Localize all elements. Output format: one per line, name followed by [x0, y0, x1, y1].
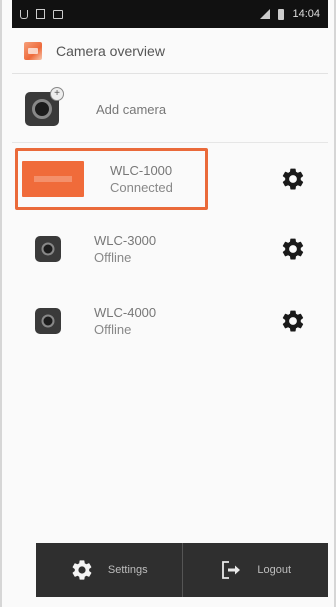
store-icon [53, 9, 63, 19]
gear-icon[interactable] [280, 308, 306, 334]
camera-icon [35, 236, 61, 262]
notification-icon [36, 9, 45, 19]
camera-preview-thumbnail [22, 161, 84, 197]
bottom-action-bar: Settings Logout [36, 543, 328, 597]
camera-info: WLC-4000 Offline [94, 304, 156, 338]
battery-icon [278, 8, 285, 20]
app-header: Camera overview [12, 28, 328, 74]
logout-button[interactable]: Logout [181, 543, 329, 597]
camera-lens-icon [41, 314, 55, 328]
camera-row-3[interactable]: WLC-4000 Offline [12, 290, 328, 352]
camera-info: WLC-3000 Offline [94, 232, 156, 266]
camera-name: WLC-4000 [94, 305, 157, 320]
camera-status: Offline [94, 322, 132, 337]
add-camera-label: Add camera [96, 101, 167, 117]
camera-lens-icon [41, 242, 55, 256]
divider [12, 142, 328, 143]
settings-button[interactable]: Settings [36, 543, 182, 597]
app-screen: 14:04 Camera overview + Add camera WLC-1… [0, 0, 336, 607]
app-logo-icon [24, 41, 42, 60]
status-right-icons: 14:04 [260, 8, 320, 20]
status-left-icons [20, 9, 63, 19]
status-time: 14:04 [292, 8, 320, 20]
camera-status: Offline [94, 250, 132, 265]
camera-name: WLC-3000 [94, 233, 157, 248]
camera-icon [35, 308, 61, 334]
status-bar: 14:04 [12, 0, 328, 28]
camera-info: WLC-1000 Connected [110, 162, 173, 196]
camera-row-2[interactable]: WLC-3000 Offline [12, 218, 328, 280]
page-title: Camera overview [56, 42, 165, 59]
logout-icon [222, 561, 241, 579]
camera-name: WLC-1000 [110, 163, 173, 178]
add-camera-row[interactable]: + Add camera [12, 80, 328, 138]
gear-icon[interactable] [280, 236, 306, 262]
settings-label: Settings [107, 564, 148, 576]
camera-status: Connected [110, 180, 173, 195]
camera-row-1[interactable]: WLC-1000 Connected [12, 148, 328, 210]
signal-icon [260, 9, 271, 19]
add-camera-icon: + [25, 87, 64, 126]
camera-lens-icon [32, 99, 52, 119]
usb-icon [20, 9, 28, 19]
plus-badge-icon: + [50, 87, 64, 101]
gear-icon [72, 560, 92, 580]
gear-icon[interactable] [280, 166, 306, 192]
logout-label: Logout [257, 564, 292, 576]
